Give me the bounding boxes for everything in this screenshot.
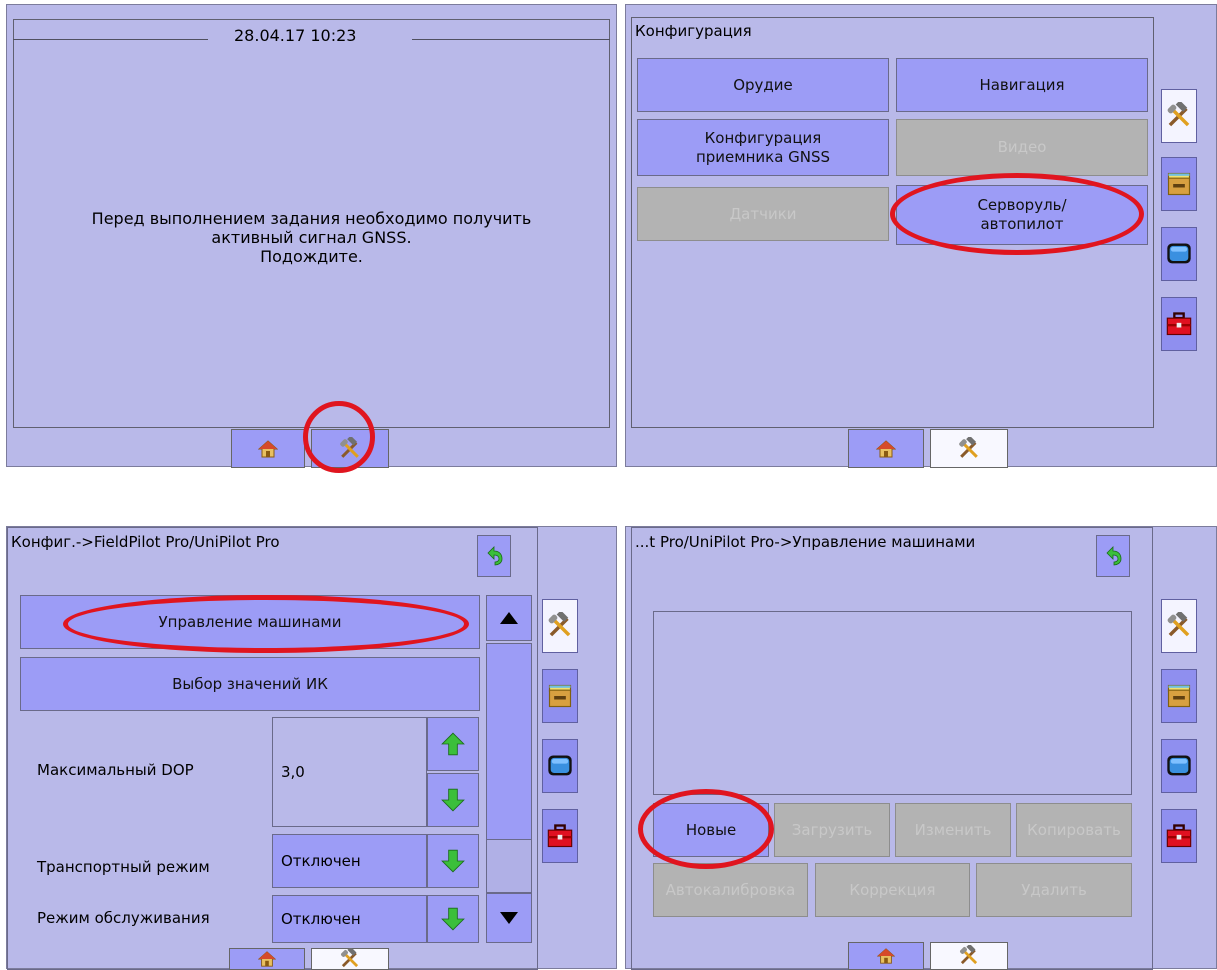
steering-line-2: автопилот: [980, 215, 1064, 233]
side-data-tab[interactable]: [1161, 157, 1197, 211]
arrow-up-icon: [500, 612, 518, 624]
screen-fieldpilot-config: Конфиг.->FieldPilot Pro/UniPilot Pro Упр…: [6, 526, 617, 970]
display-icon: [1165, 240, 1193, 268]
page-title: Конфиг.->FieldPilot Pro/UniPilot Pro: [11, 533, 280, 551]
copy-button: Копировать: [1016, 803, 1132, 857]
service-mode-label: Режим обслуживания: [37, 909, 210, 927]
toolbox-icon: [1165, 822, 1193, 850]
scrollbar-thumb[interactable]: [487, 644, 531, 840]
back-arrow-icon: [482, 544, 506, 568]
home-tab[interactable]: [848, 942, 924, 970]
max-dop-label: Максимальный DOP: [37, 761, 194, 779]
side-tools-tab[interactable]: [1161, 297, 1197, 351]
tools-icon: [1165, 102, 1193, 130]
setup-tab[interactable]: [930, 429, 1008, 468]
side-tools-tab[interactable]: [1161, 809, 1197, 863]
ik-values-button[interactable]: Выбор значений ИК: [20, 657, 480, 711]
edit-button: Изменить: [895, 803, 1011, 857]
steering-autopilot-button[interactable]: Серворуль/ автопилот: [896, 185, 1148, 245]
screen-gnss-wait: 28.04.17 10:23 Перед выполнением задания…: [6, 4, 617, 473]
database-icon: [546, 682, 574, 710]
arrow-down-icon: [440, 785, 466, 815]
toolbox-icon: [546, 822, 574, 850]
transport-mode-toggle[interactable]: [427, 834, 479, 888]
delete-button: Удалить: [976, 863, 1132, 917]
home-tab[interactable]: [229, 948, 305, 970]
max-dop-decrease-button[interactable]: [427, 773, 479, 827]
home-icon: [258, 950, 276, 968]
home-tab[interactable]: [231, 429, 305, 468]
tools-icon: [957, 437, 981, 461]
scrollbar-track[interactable]: [486, 643, 532, 893]
divider-right: [412, 39, 610, 40]
max-dop-value: 3,0: [281, 763, 305, 781]
home-icon: [258, 439, 278, 459]
arrow-down-icon: [500, 912, 518, 924]
message-line-2: активный сигнал GNSS.: [211, 228, 412, 247]
gnss-receiver-line-1: Конфигурация: [704, 128, 822, 147]
max-dop-increase-button[interactable]: [427, 717, 479, 771]
database-icon: [1165, 682, 1193, 710]
arrow-down-icon: [440, 846, 466, 876]
arrow-up-icon: [440, 729, 466, 759]
tools-icon: [338, 437, 362, 461]
autocalibration-button: Автокалибровка: [653, 863, 808, 917]
side-console-tab[interactable]: [542, 739, 578, 793]
back-button[interactable]: [1096, 535, 1130, 577]
display-icon: [1165, 752, 1193, 780]
transport-mode-label: Транспортный режим: [37, 858, 210, 876]
video-button: Видео: [896, 119, 1148, 176]
screen-configuration: Конфигурация Орудие Навигация Конфигурац…: [625, 4, 1217, 468]
steering-line-1: Серворуль/: [977, 196, 1067, 214]
transport-mode-value[interactable]: Отключен: [272, 834, 427, 888]
tools-icon: [546, 612, 574, 640]
back-button[interactable]: [477, 535, 511, 577]
setup-tab[interactable]: [311, 429, 389, 468]
screen-machine-control: ...t Pro/UniPilot Pro->Управление машина…: [625, 526, 1217, 970]
service-mode-toggle[interactable]: [427, 895, 479, 943]
tools-icon: [1165, 612, 1193, 640]
setup-tab[interactable]: [311, 948, 389, 970]
load-button: Загрузить: [774, 803, 890, 857]
back-arrow-icon: [1101, 544, 1125, 568]
implement-button[interactable]: Орудие: [637, 58, 889, 112]
side-data-tab[interactable]: [1161, 669, 1197, 723]
tools-icon: [339, 948, 361, 970]
display-icon: [546, 752, 574, 780]
message-line-3: Подождите.: [260, 247, 363, 266]
scroll-down-button[interactable]: [486, 893, 532, 943]
new-button[interactable]: Новые: [653, 803, 769, 857]
gnss-receiver-button[interactable]: Конфигурация приемника GNSS: [637, 119, 889, 176]
side-setup-tab[interactable]: [542, 599, 578, 653]
divider-left: [13, 39, 208, 40]
machine-control-button[interactable]: Управление машинами: [20, 595, 480, 649]
scroll-up-button[interactable]: [486, 595, 532, 641]
side-tools-tab[interactable]: [542, 809, 578, 863]
gnss-wait-message: Перед выполнением задания необходимо пол…: [13, 209, 610, 266]
gnss-receiver-line-2: приемника GNSS: [695, 147, 831, 166]
home-tab[interactable]: [848, 429, 924, 468]
side-data-tab[interactable]: [542, 669, 578, 723]
page-title: Конфигурация: [635, 22, 752, 40]
tools-icon: [958, 945, 980, 967]
correction-button: Коррекция: [815, 863, 970, 917]
home-icon: [876, 439, 896, 459]
max-dop-field[interactable]: 3,0: [272, 717, 427, 827]
side-setup-tab[interactable]: [1161, 89, 1197, 143]
side-console-tab[interactable]: [1161, 227, 1197, 281]
service-mode-value[interactable]: Отключен: [272, 895, 427, 943]
toolbox-icon: [1165, 310, 1193, 338]
home-icon: [877, 947, 895, 965]
sensors-button: Датчики: [637, 187, 889, 241]
navigation-button[interactable]: Навигация: [896, 58, 1148, 112]
setup-tab[interactable]: [930, 942, 1008, 970]
machine-list[interactable]: [653, 611, 1132, 795]
side-console-tab[interactable]: [1161, 739, 1197, 793]
side-setup-tab[interactable]: [1161, 599, 1197, 653]
datetime: 28.04.17 10:23: [234, 26, 357, 45]
message-line-1: Перед выполнением задания необходимо пол…: [91, 209, 532, 228]
arrow-down-icon: [440, 904, 466, 934]
page-title: ...t Pro/UniPilot Pro->Управление машина…: [635, 533, 976, 551]
database-icon: [1165, 170, 1193, 198]
